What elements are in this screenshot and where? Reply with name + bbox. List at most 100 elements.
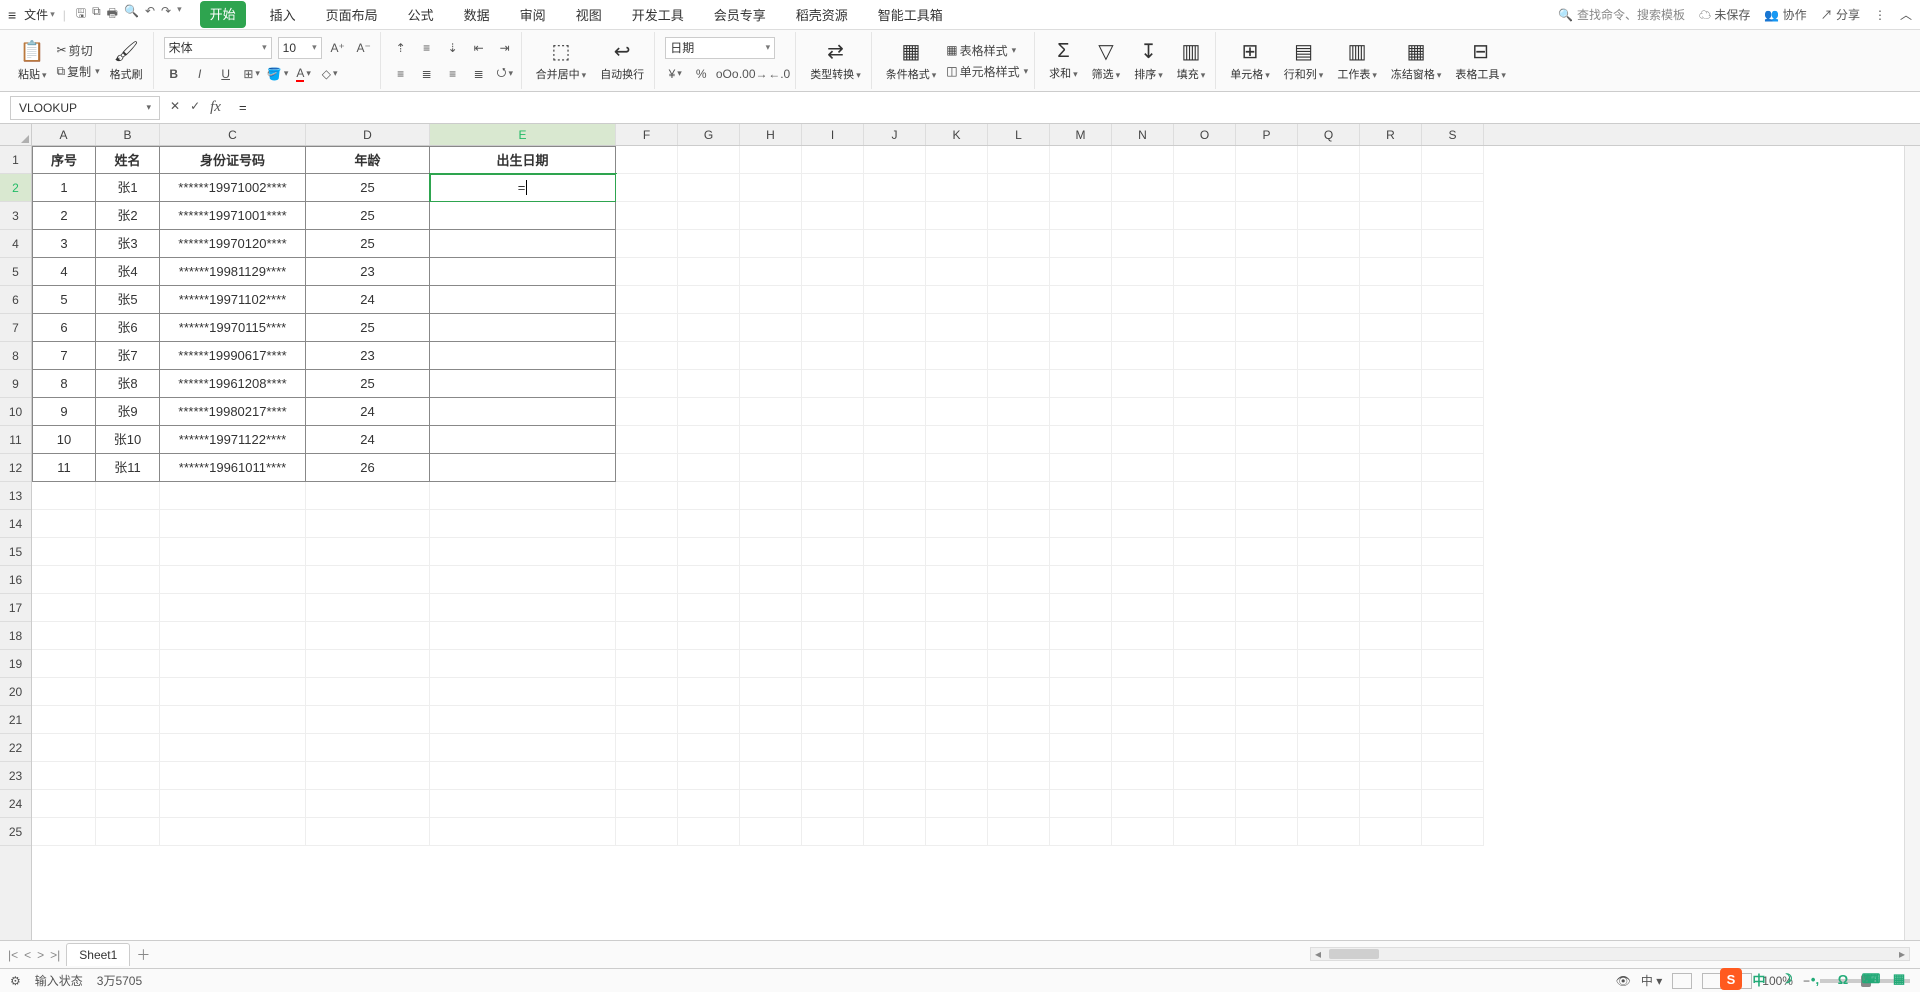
cell-Q15[interactable] — [1298, 538, 1360, 566]
cell-E16[interactable] — [430, 566, 616, 594]
cell-P11[interactable] — [1236, 426, 1298, 454]
row-header-1[interactable]: 1 — [0, 146, 31, 174]
cell-M2[interactable] — [1050, 174, 1112, 202]
cell-D1[interactable]: 年龄 — [306, 146, 430, 174]
cell-H10[interactable] — [740, 398, 802, 426]
cell-S23[interactable] — [1422, 762, 1484, 790]
cell-F20[interactable] — [616, 678, 678, 706]
cell-F19[interactable] — [616, 650, 678, 678]
cell-P16[interactable] — [1236, 566, 1298, 594]
cell-L10[interactable] — [988, 398, 1050, 426]
collapse-ribbon-icon[interactable]: ︿ — [1900, 6, 1912, 23]
cell-M13[interactable] — [1050, 482, 1112, 510]
cell-I18[interactable] — [802, 622, 864, 650]
cell-S17[interactable] — [1422, 594, 1484, 622]
cell-F25[interactable] — [616, 818, 678, 846]
cell-Q3[interactable] — [1298, 202, 1360, 230]
cell-G18[interactable] — [678, 622, 740, 650]
cell-J19[interactable] — [864, 650, 926, 678]
cell-J14[interactable] — [864, 510, 926, 538]
cell-S25[interactable] — [1422, 818, 1484, 846]
cell-G15[interactable] — [678, 538, 740, 566]
comma-icon[interactable]: oOo — [717, 64, 737, 84]
row-header-7[interactable]: 7 — [0, 314, 31, 342]
cell-S5[interactable] — [1422, 258, 1484, 286]
qat-saveas-icon[interactable]: ⧉ — [92, 4, 101, 25]
row-header-11[interactable]: 11 — [0, 426, 31, 454]
align-center-icon[interactable]: ≣ — [417, 64, 437, 84]
qat-preview-icon[interactable]: 🔍 — [124, 4, 139, 25]
cell-A22[interactable] — [32, 734, 96, 762]
cell-E12[interactable] — [430, 454, 616, 482]
cell-B24[interactable] — [96, 790, 160, 818]
cell-B2[interactable]: 张1 — [96, 174, 160, 202]
cell-C9[interactable]: ******19961208**** — [160, 370, 306, 398]
cell-N5[interactable] — [1112, 258, 1174, 286]
col-header-N[interactable]: N — [1112, 124, 1174, 145]
fx-icon[interactable]: fx — [210, 99, 221, 116]
cell-G9[interactable] — [678, 370, 740, 398]
copy-button[interactable]: ⧉ 复制 — [57, 63, 100, 80]
cell-F8[interactable] — [616, 342, 678, 370]
cell-K8[interactable] — [926, 342, 988, 370]
qat-undo-icon[interactable]: ↶ — [145, 4, 155, 25]
cell-C17[interactable] — [160, 594, 306, 622]
cell-Q22[interactable] — [1298, 734, 1360, 762]
type-convert-button[interactable]: ⇄类型转换 — [806, 32, 865, 89]
cell-S10[interactable] — [1422, 398, 1484, 426]
cell-C5[interactable]: ******19981129**** — [160, 258, 306, 286]
cell-C18[interactable] — [160, 622, 306, 650]
ime-comma-icon[interactable]: •, — [1804, 968, 1826, 990]
cell-A21[interactable] — [32, 706, 96, 734]
row-header-14[interactable]: 14 — [0, 510, 31, 538]
cell-P24[interactable] — [1236, 790, 1298, 818]
cell-I24[interactable] — [802, 790, 864, 818]
cell-S11[interactable] — [1422, 426, 1484, 454]
cell-H7[interactable] — [740, 314, 802, 342]
cell-N16[interactable] — [1112, 566, 1174, 594]
cell-A10[interactable]: 9 — [32, 398, 96, 426]
cell-O17[interactable] — [1174, 594, 1236, 622]
increase-font-icon[interactable]: A⁺ — [328, 38, 348, 58]
more-icon[interactable]: ⋮ — [1874, 8, 1886, 22]
cell-I22[interactable] — [802, 734, 864, 762]
cell-R14[interactable] — [1360, 510, 1422, 538]
cell-K4[interactable] — [926, 230, 988, 258]
cell-N21[interactable] — [1112, 706, 1174, 734]
cell-L14[interactable] — [988, 510, 1050, 538]
col-header-D[interactable]: D — [306, 124, 430, 145]
highlight-icon[interactable]: ◇ — [320, 64, 340, 84]
cell-N2[interactable] — [1112, 174, 1174, 202]
cell-I19[interactable] — [802, 650, 864, 678]
cell-N8[interactable] — [1112, 342, 1174, 370]
cell-A23[interactable] — [32, 762, 96, 790]
cell-O7[interactable] — [1174, 314, 1236, 342]
cell-H2[interactable] — [740, 174, 802, 202]
sheet-prev-icon[interactable]: < — [24, 948, 31, 962]
cell-H8[interactable] — [740, 342, 802, 370]
cell-M1[interactable] — [1050, 146, 1112, 174]
cell-Q11[interactable] — [1298, 426, 1360, 454]
menu-tab-数据[interactable]: 数据 — [458, 1, 496, 28]
cell-A17[interactable] — [32, 594, 96, 622]
cell-D16[interactable] — [306, 566, 430, 594]
cell-I14[interactable] — [802, 510, 864, 538]
cell-G23[interactable] — [678, 762, 740, 790]
cell-L19[interactable] — [988, 650, 1050, 678]
row-header-22[interactable]: 22 — [0, 734, 31, 762]
cell-P4[interactable] — [1236, 230, 1298, 258]
row-header-20[interactable]: 20 — [0, 678, 31, 706]
cell-B11[interactable]: 张10 — [96, 426, 160, 454]
cell-C12[interactable]: ******19961011**** — [160, 454, 306, 482]
cell-R19[interactable] — [1360, 650, 1422, 678]
cell-D21[interactable] — [306, 706, 430, 734]
cell-E15[interactable] — [430, 538, 616, 566]
cell-F13[interactable] — [616, 482, 678, 510]
cell-I1[interactable] — [802, 146, 864, 174]
cell-C2[interactable]: ******19971002**** — [160, 174, 306, 202]
cell-C21[interactable] — [160, 706, 306, 734]
ime-omega-icon[interactable]: Ω — [1832, 968, 1854, 990]
cell-I2[interactable] — [802, 174, 864, 202]
cell-R6[interactable] — [1360, 286, 1422, 314]
row-header-18[interactable]: 18 — [0, 622, 31, 650]
